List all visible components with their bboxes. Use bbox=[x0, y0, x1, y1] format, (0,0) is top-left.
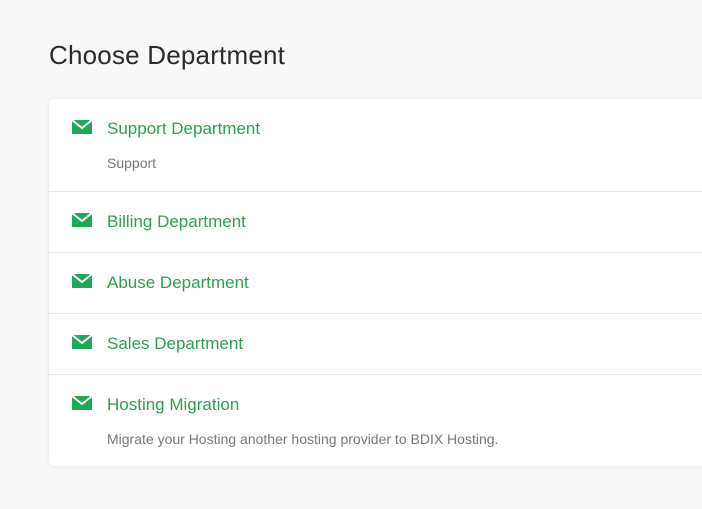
department-name[interactable]: Billing Department bbox=[107, 212, 246, 232]
department-item-support[interactable]: Support Department Support bbox=[49, 99, 702, 192]
department-item-billing[interactable]: Billing Department bbox=[49, 192, 702, 253]
page-title: Choose Department bbox=[49, 40, 286, 70]
department-item-hosting-migration[interactable]: Hosting Migration Migrate your Hosting a… bbox=[49, 375, 702, 466]
department-name[interactable]: Sales Department bbox=[107, 334, 243, 354]
department-name[interactable]: Support Department bbox=[107, 119, 260, 139]
envelope-icon bbox=[72, 396, 92, 410]
department-description: Support bbox=[107, 155, 157, 171]
envelope-icon bbox=[72, 274, 92, 288]
envelope-icon bbox=[72, 120, 92, 134]
department-list: Support Department Support Billing Depar… bbox=[49, 99, 702, 466]
department-item-sales[interactable]: Sales Department bbox=[49, 314, 702, 375]
department-name[interactable]: Abuse Department bbox=[107, 273, 249, 293]
envelope-icon bbox=[72, 335, 92, 349]
page: Choose Department Support Department Sup… bbox=[0, 0, 702, 509]
department-name[interactable]: Hosting Migration bbox=[107, 395, 239, 415]
department-description: Migrate your Hosting another hosting pro… bbox=[107, 431, 499, 447]
envelope-icon bbox=[72, 213, 92, 227]
department-item-abuse[interactable]: Abuse Department bbox=[49, 253, 702, 314]
